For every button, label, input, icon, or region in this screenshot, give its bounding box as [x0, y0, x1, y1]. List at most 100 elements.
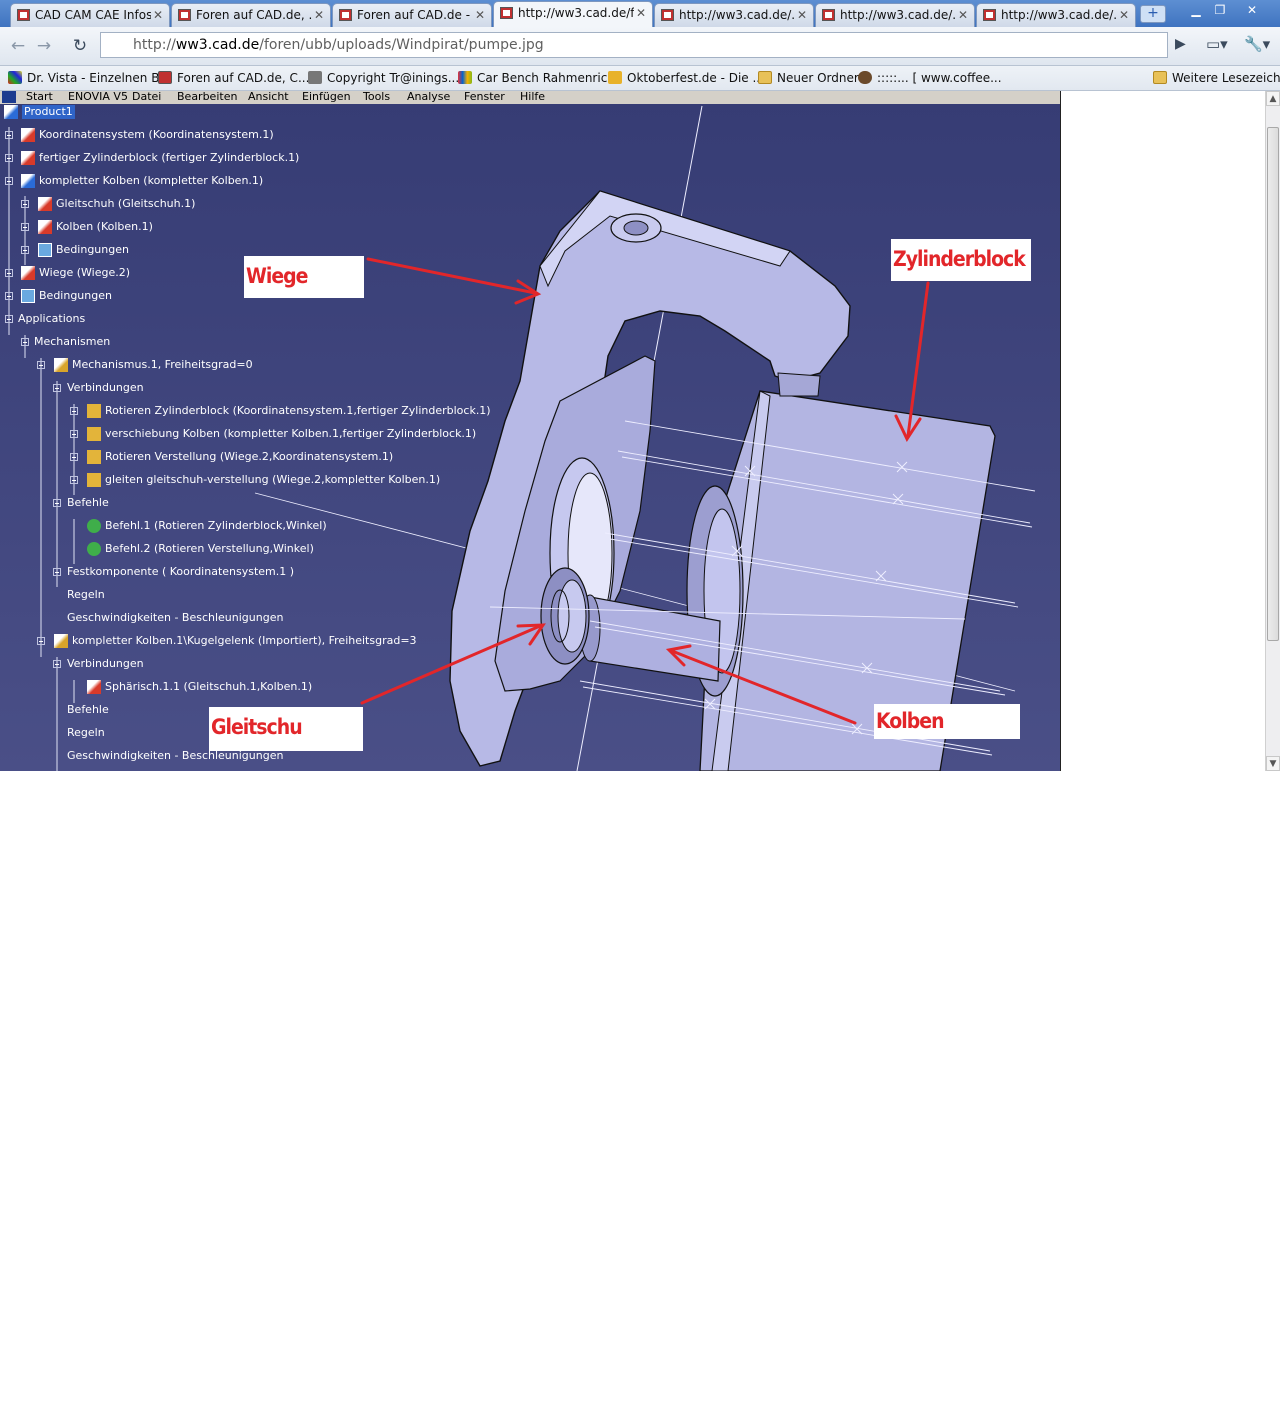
other-bookmarks[interactable]: Weitere Lesezeichen — [1153, 69, 1280, 87]
tree-node-regeln-2[interactable]: Regeln — [67, 726, 105, 740]
tab-7[interactable]: http://ww3.cad.de/... ✕ — [976, 3, 1136, 27]
spherical-joint-icon — [87, 680, 101, 694]
close-icon[interactable]: ✕ — [958, 4, 968, 26]
back-button[interactable]: ← — [6, 35, 30, 57]
bookmark-2[interactable]: Foren auf CAD.de, C... — [158, 69, 309, 87]
close-icon[interactable]: ✕ — [636, 2, 646, 24]
catia-menu-datei[interactable]: Datei — [132, 91, 161, 103]
expand-toggle[interactable] — [21, 338, 29, 346]
tree-node-verbindungen[interactable]: Verbindungen — [67, 381, 144, 395]
mechanism-icon — [54, 634, 68, 648]
tree-node-gleitschuh[interactable]: Gleitschuh (Gleitschuh.1) — [56, 197, 195, 211]
catia-menu-start[interactable]: Start — [26, 91, 53, 103]
catia-menu-fenster[interactable]: Fenster — [464, 91, 505, 103]
tree-node-befehle[interactable]: Befehle — [67, 496, 109, 510]
expand-toggle[interactable] — [37, 637, 45, 645]
tree-node-kolben[interactable]: Kolben (Kolben.1) — [56, 220, 153, 234]
tree-node-befehle-2[interactable]: Befehle — [67, 703, 109, 717]
page-menu-button[interactable]: ▭▾ — [1206, 35, 1228, 53]
tree-node-mechanismus1[interactable]: Mechanismus.1, Freiheitsgrad=0 — [72, 358, 253, 372]
expand-toggle[interactable] — [53, 499, 61, 507]
expand-toggle[interactable] — [21, 200, 29, 208]
tree-node-bedingungen-kolben[interactable]: Bedingungen — [56, 243, 129, 257]
tree-node-gleiten-gleitschuh[interactable]: gleiten gleitschuh-verstellung (Wiege.2,… — [105, 473, 440, 487]
bookmark-4[interactable]: Car Bench Rahmenric... — [458, 69, 619, 87]
bookmark-3[interactable]: Copyright Tr@inings... — [308, 69, 459, 87]
expand-toggle[interactable] — [5, 131, 13, 139]
reload-button[interactable]: ↻ — [68, 35, 92, 57]
tab-2[interactable]: Foren auf CAD.de, ... ✕ — [171, 3, 331, 27]
bookmark-folder[interactable]: Neuer Ordner — [758, 69, 859, 87]
wrench-menu-button[interactable]: 🔧▾ — [1244, 35, 1270, 53]
tree-node-zylinderblock[interactable]: fertiger Zylinderblock (fertiger Zylinde… — [39, 151, 299, 165]
window-close-button[interactable]: ✕ — [1240, 2, 1264, 19]
close-icon[interactable]: ✕ — [314, 4, 324, 26]
tree-node-geschwindigkeiten-2[interactable]: Geschwindigkeiten - Beschleunigungen — [67, 749, 283, 763]
go-button[interactable]: ▶ — [1175, 36, 1186, 52]
scroll-up-button[interactable]: ▲ — [1266, 91, 1280, 106]
new-tab-button[interactable]: + — [1140, 5, 1166, 23]
vertical-scrollbar[interactable]: ▲ ▼ — [1265, 91, 1280, 771]
tree-node-wiege[interactable]: Wiege (Wiege.2) — [39, 266, 130, 280]
tab-1[interactable]: CAD CAM CAE Infos... ✕ — [10, 3, 170, 27]
expand-toggle[interactable] — [5, 177, 13, 185]
expand-toggle[interactable] — [53, 568, 61, 576]
url-host: ww3.cad.de — [175, 37, 260, 53]
expand-toggle[interactable] — [5, 269, 13, 277]
catia-menu-einfuegen[interactable]: Einfügen — [302, 91, 351, 103]
tree-node-rotieren-zylinderblock[interactable]: Rotieren Zylinderblock (Koordinatensyste… — [105, 404, 491, 418]
tab-label: http://ww3.cad.de/f... — [518, 6, 634, 20]
close-icon[interactable]: ✕ — [1119, 4, 1129, 26]
scroll-thumb[interactable] — [1267, 127, 1279, 641]
close-icon[interactable]: ✕ — [153, 4, 163, 26]
expand-toggle[interactable] — [70, 407, 78, 415]
expand-toggle[interactable] — [37, 361, 45, 369]
tree-node-befehl2[interactable]: Befehl.2 (Rotieren Verstellung,Winkel) — [105, 542, 314, 556]
tree-node-mechanismen[interactable]: Mechanismen — [34, 335, 110, 349]
expand-toggle[interactable] — [5, 292, 13, 300]
tree-node-bedingungen[interactable]: Bedingungen — [39, 289, 112, 303]
tree-node-sphaerisch[interactable]: Sphärisch.1.1 (Gleitschuh.1,Kolben.1) — [105, 680, 312, 694]
expand-toggle[interactable] — [53, 660, 61, 668]
bookmark-5[interactable]: Oktoberfest.de - Die ... — [608, 69, 764, 87]
tab-5[interactable]: http://ww3.cad.de/... ✕ — [654, 3, 814, 27]
tree-node-geschwindigkeiten[interactable]: Geschwindigkeiten - Beschleunigungen — [67, 611, 283, 625]
minimize-button[interactable]: ▁ — [1184, 2, 1208, 19]
tab-3[interactable]: Foren auf CAD.de - ... ✕ — [332, 3, 492, 27]
expand-toggle[interactable] — [5, 315, 13, 323]
scroll-down-button[interactable]: ▼ — [1266, 756, 1280, 771]
catia-menu-ansicht[interactable]: Ansicht — [248, 91, 289, 103]
expand-toggle[interactable] — [70, 453, 78, 461]
expand-toggle[interactable] — [5, 154, 13, 162]
tree-node-kugelgelenk[interactable]: kompletter Kolben.1\Kugelgelenk (Importi… — [72, 634, 417, 648]
catia-menu-tools[interactable]: Tools — [363, 91, 390, 103]
close-icon[interactable]: ✕ — [475, 4, 485, 26]
address-bar[interactable]: http://ww3.cad.de/foren/ubb/uploads/Wind… — [100, 32, 1168, 58]
expand-toggle[interactable] — [21, 246, 29, 254]
catia-menu-enovia[interactable]: ENOVIA V5 — [68, 91, 128, 103]
tree-node-applications[interactable]: Applications — [18, 312, 85, 326]
catia-menu-bearbeiten[interactable]: Bearbeiten — [177, 91, 237, 103]
expand-toggle[interactable] — [70, 476, 78, 484]
catia-menu-analyse[interactable]: Analyse — [407, 91, 450, 103]
expand-toggle[interactable] — [21, 223, 29, 231]
tree-node-koordinatensystem[interactable]: Koordinatensystem (Koordinatensystem.1) — [39, 128, 274, 142]
tree-node-befehl1[interactable]: Befehl.1 (Rotieren Zylinderblock,Winkel) — [105, 519, 327, 533]
tree-node-regeln[interactable]: Regeln — [67, 588, 105, 602]
forward-button[interactable]: → — [32, 35, 56, 57]
tree-node-product1[interactable]: Product1 — [22, 105, 75, 119]
expand-toggle[interactable] — [53, 384, 61, 392]
maximize-button[interactable]: ❐ — [1208, 2, 1232, 19]
expand-toggle[interactable] — [70, 430, 78, 438]
tab-4-active[interactable]: http://ww3.cad.de/f... ✕ — [493, 1, 653, 27]
tree-node-kompletter-kolben[interactable]: kompletter Kolben (kompletter Kolben.1) — [39, 174, 263, 188]
tree-node-rotieren-verstellung[interactable]: Rotieren Verstellung (Wiege.2,Koordinate… — [105, 450, 393, 464]
tab-6[interactable]: http://ww3.cad.de/... ✕ — [815, 3, 975, 27]
tree-node-verschiebung-kolben[interactable]: verschiebung Kolben (kompletter Kolben.1… — [105, 427, 476, 441]
bookmark-1[interactable]: Dr. Vista - Einzelnen B... — [8, 69, 171, 87]
tree-node-verbindungen-2[interactable]: Verbindungen — [67, 657, 144, 671]
catia-menu-hilfe[interactable]: Hilfe — [520, 91, 545, 103]
tree-node-festkomponente[interactable]: Festkomponente ( Koordinatensystem.1 ) — [67, 565, 294, 579]
close-icon[interactable]: ✕ — [797, 4, 807, 26]
bookmark-6[interactable]: :::::... [ www.coffee... — [858, 69, 1002, 87]
